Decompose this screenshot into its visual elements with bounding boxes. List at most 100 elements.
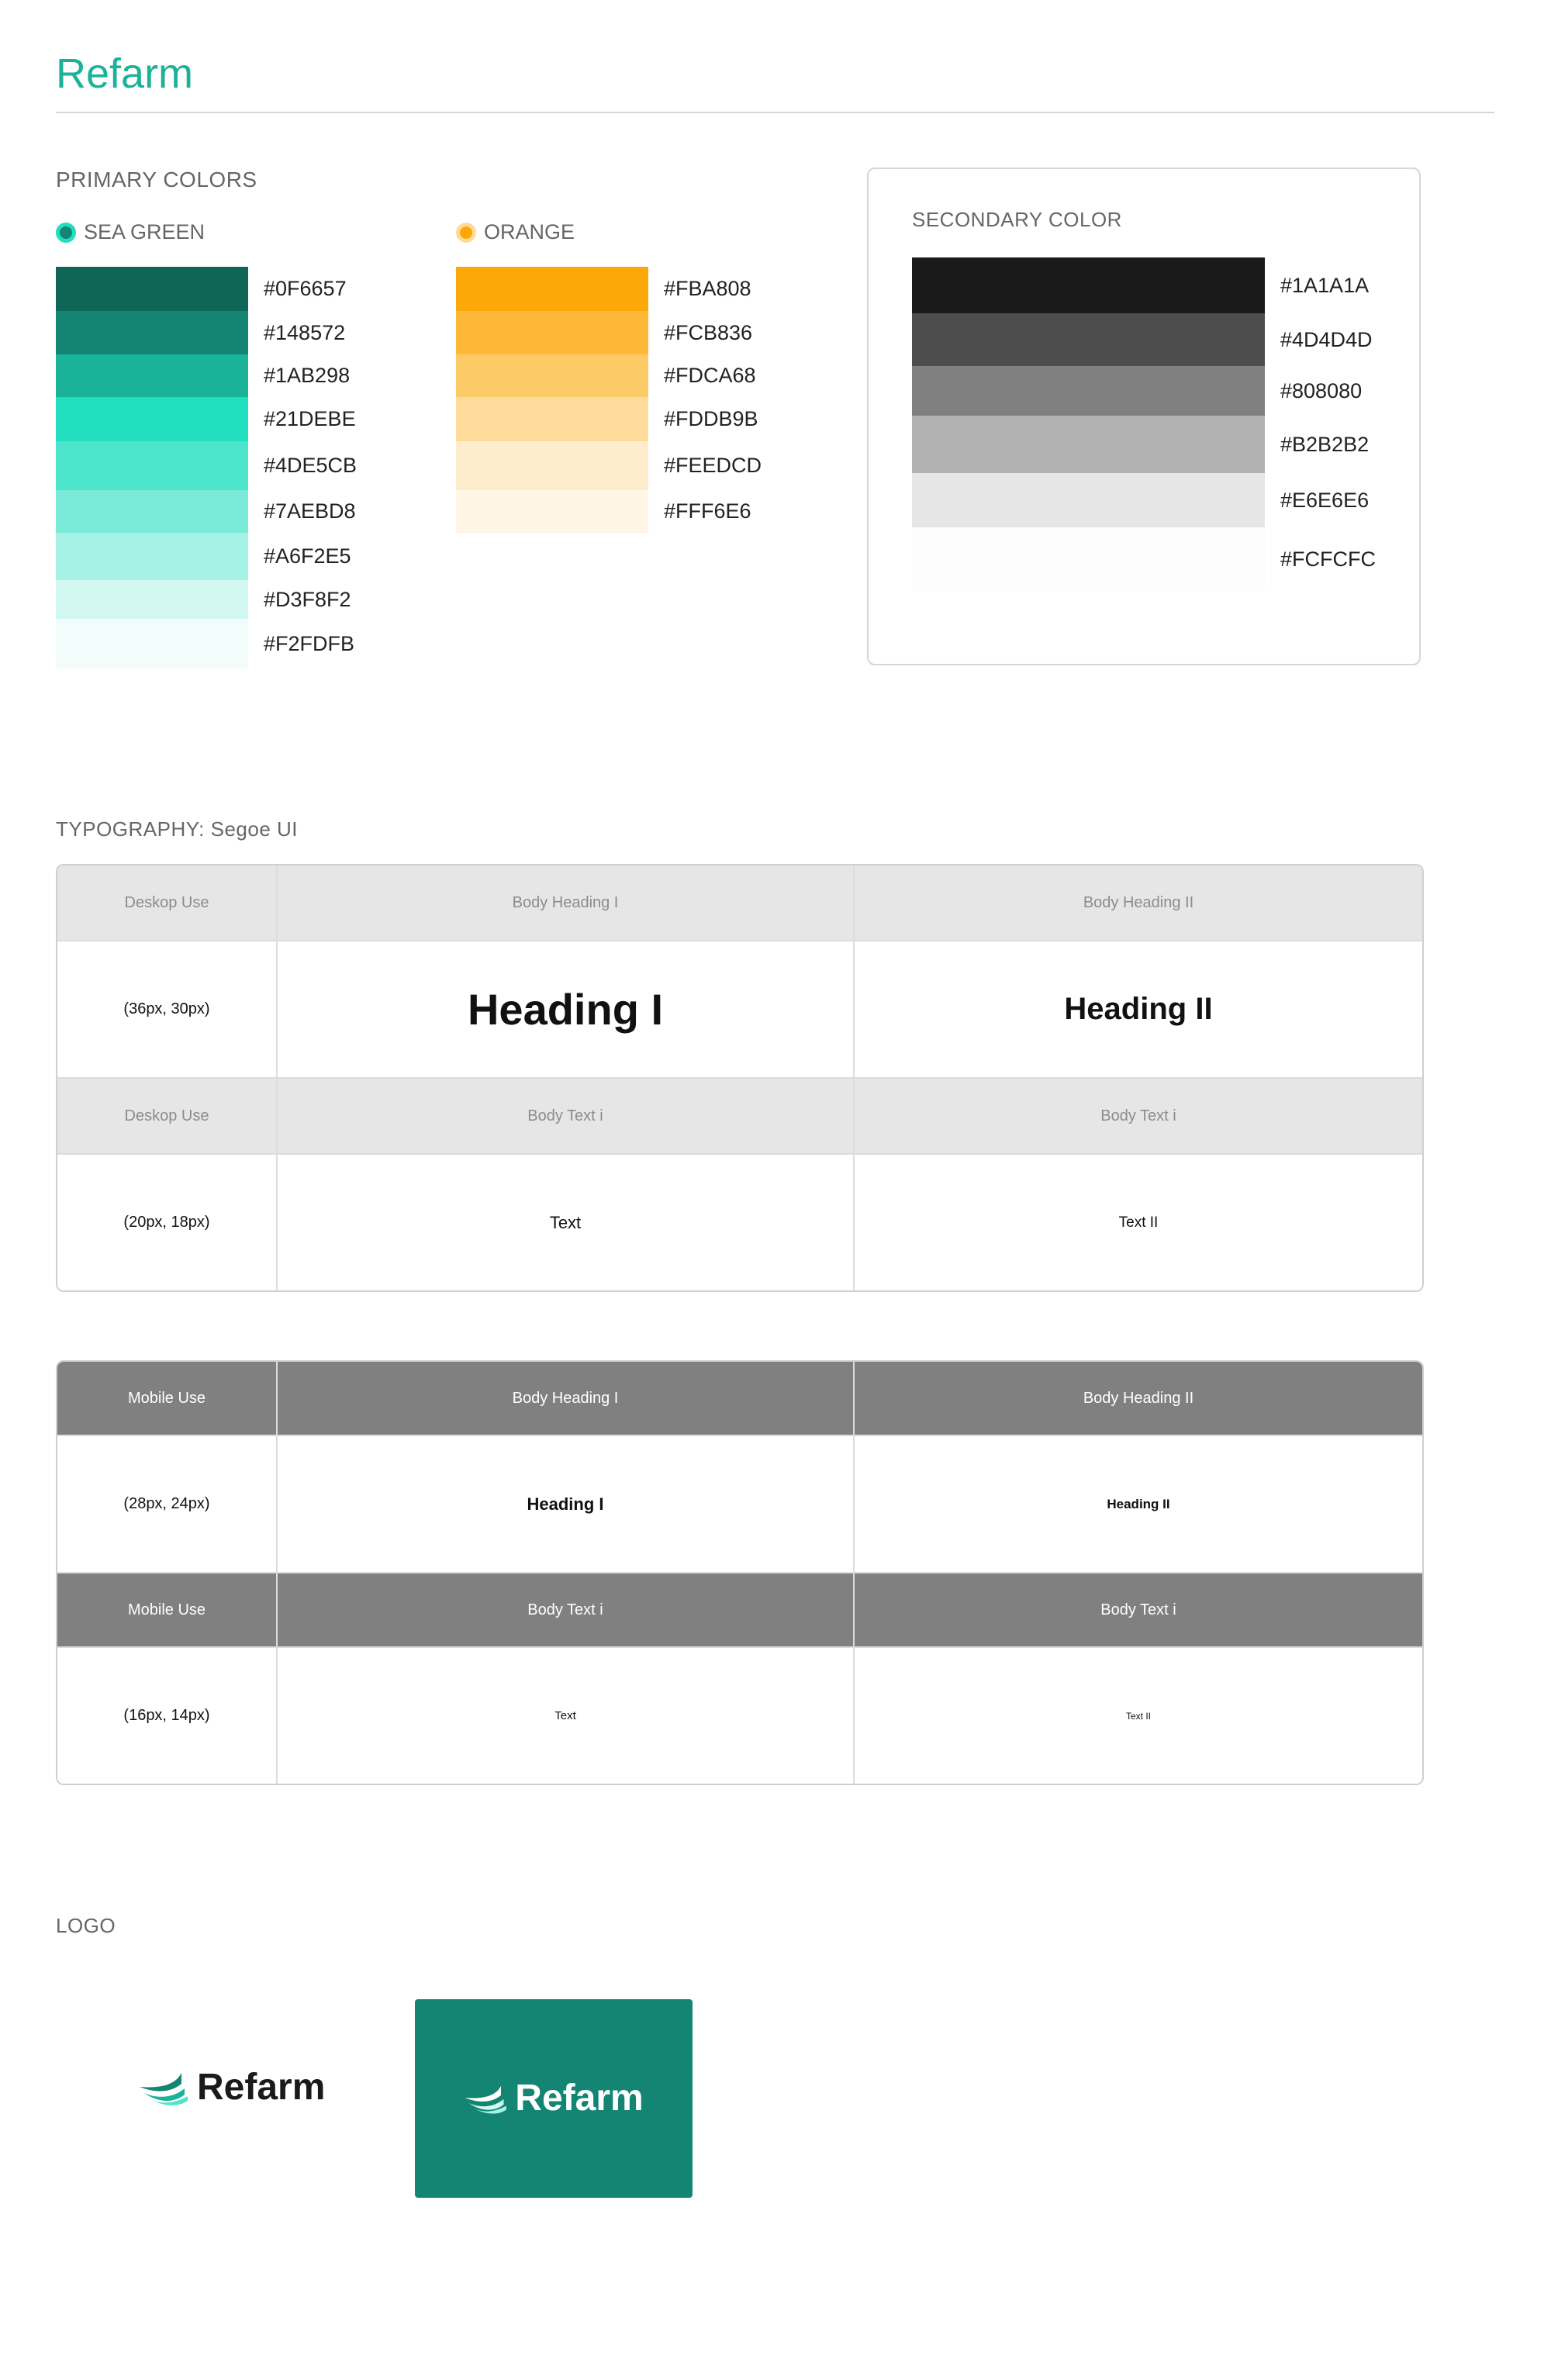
logo-dark-version: Refarm — [415, 1999, 693, 2198]
heading-i-sample: Heading I — [278, 941, 855, 1079]
swatch-row: #FBA808 — [456, 267, 762, 311]
swatch-row: #D3F8F2 — [56, 580, 357, 619]
hex-label: #4DE5CB — [264, 454, 358, 477]
text-ii-sample: Text II — [855, 1155, 1422, 1290]
body-text-ii-header-cell: Body Text i — [855, 1573, 1422, 1648]
hex-label: #FDCA68 — [664, 364, 756, 387]
color-swatch — [456, 490, 648, 533]
swatch-row: #FCFCFC — [912, 527, 1376, 591]
hex-label: #21DEBE — [264, 407, 356, 430]
text-sample: Text — [278, 1155, 855, 1290]
swatch-row: #FFF6E6 — [456, 490, 762, 533]
swatch-row: #808080 — [912, 366, 1376, 416]
swatch-row: #A6F2E5 — [56, 533, 357, 580]
body-text-i-header-cell: Body Text i — [278, 1079, 855, 1155]
text-sample: Text — [278, 1648, 855, 1784]
orange-swatch-list: #FBA808 #FCB836 #FDCA68 #FDDB9B #FEEDCD #FFF6… — [456, 267, 762, 533]
swatch-row: #1AB298 — [56, 354, 357, 397]
sea-green-label: SEA GREEN — [84, 220, 206, 244]
sea-green-dot-icon — [56, 222, 76, 243]
hex-label: #FCB836 — [664, 320, 753, 344]
logo-wordmark: Refarm — [197, 2067, 326, 2108]
sea-green-swatch-list: #0F6657 #148572 #1AB298 #21DEBE #4DE5CB #7AEB… — [56, 267, 357, 668]
hex-label: #E6E6E6 — [1280, 488, 1370, 512]
logo-label: LOGO — [56, 1914, 116, 1937]
swatch-row: #E6E6E6 — [912, 473, 1376, 527]
color-swatch — [56, 354, 248, 397]
desktop-use-header-cell: Deskop Use — [57, 1079, 278, 1155]
body-text-ii-header-cell: Body Text i — [855, 1079, 1422, 1155]
hex-label: #148572 — [264, 320, 346, 344]
swatch-row: #1A1A1A — [912, 257, 1376, 313]
size-spec-cell: (16px, 14px) — [57, 1648, 278, 1784]
heading-i-sample: Heading I — [278, 1436, 855, 1573]
table-row: Mobile Use Body Text i Body Text i — [57, 1573, 1422, 1648]
color-swatch — [912, 416, 1265, 473]
color-swatch — [912, 257, 1265, 313]
desktop-typography-table: Deskop Use Body Heading I Body Heading I… — [56, 864, 1424, 1292]
mobile-use-header-cell: Mobile Use — [57, 1573, 278, 1648]
leaf-icon — [465, 2085, 507, 2114]
hex-label: #D3F8F2 — [264, 587, 351, 611]
color-swatch — [56, 311, 248, 354]
swatch-row: #F2FDFB — [56, 619, 357, 668]
heading-ii-sample: Heading II — [855, 941, 1422, 1079]
color-swatch — [56, 397, 248, 441]
color-swatch — [456, 441, 648, 490]
color-swatch — [56, 441, 248, 490]
color-swatch — [56, 619, 248, 668]
sea-green-group-header: SEA GREEN — [56, 222, 205, 243]
leaf-icon — [140, 2073, 188, 2105]
color-swatch — [912, 527, 1265, 591]
table-row: (20px, 18px) Text Text II — [57, 1155, 1422, 1290]
swatch-row: #FEEDCD — [456, 441, 762, 490]
body-heading-i-header-cell: Body Heading I — [278, 1362, 855, 1436]
table-row: (28px, 24px) Heading I Heading II — [57, 1436, 1422, 1573]
body-text-i-header-cell: Body Text i — [278, 1573, 855, 1648]
body-heading-ii-header-cell: Body Heading II — [855, 1362, 1422, 1436]
size-spec-cell: (36px, 30px) — [57, 941, 278, 1079]
hex-label: #4D4D4D — [1280, 327, 1373, 351]
primary-colors-label: PRIMARY COLORS — [56, 168, 257, 192]
size-spec-cell: (20px, 18px) — [57, 1155, 278, 1290]
table-row: Mobile Use Body Heading I Body Heading I… — [57, 1362, 1422, 1436]
hex-label: #1AB298 — [264, 364, 351, 387]
page-title: Refarm — [56, 50, 194, 97]
secondary-color-label: SECONDARY COLOR — [912, 208, 1122, 231]
hex-label: #808080 — [1280, 378, 1363, 402]
swatch-row: #0F6657 — [56, 267, 357, 311]
table-row: (16px, 14px) Text Text II — [57, 1648, 1422, 1784]
orange-dot-icon — [456, 222, 476, 243]
swatch-row: #B2B2B2 — [912, 416, 1376, 473]
swatch-row: #FCB836 — [456, 311, 762, 354]
color-swatch — [912, 473, 1265, 527]
hex-label: #1A1A1A — [1280, 273, 1370, 297]
desktop-use-header-cell: Deskop Use — [57, 865, 278, 941]
text-ii-sample: Text II — [855, 1648, 1422, 1784]
title-divider — [56, 112, 1494, 113]
table-row: Deskop Use Body Heading I Body Heading I… — [57, 865, 1422, 941]
color-swatch — [56, 580, 248, 619]
table-row: (36px, 30px) Heading I Heading II — [57, 941, 1422, 1079]
orange-label: ORANGE — [484, 220, 575, 244]
color-swatch — [56, 533, 248, 580]
swatch-row: #FDDB9B — [456, 397, 762, 441]
mobile-use-header-cell: Mobile Use — [57, 1362, 278, 1436]
table-row: Deskop Use Body Text i Body Text i — [57, 1079, 1422, 1155]
size-spec-cell: (28px, 24px) — [57, 1436, 278, 1573]
color-swatch — [456, 311, 648, 354]
hex-label: #FEEDCD — [664, 454, 762, 477]
hex-label: #B2B2B2 — [1280, 432, 1370, 456]
mobile-typography-table: Mobile Use Body Heading I Body Heading I… — [56, 1360, 1424, 1785]
body-heading-ii-header-cell: Body Heading II — [855, 865, 1422, 941]
hex-label: #FDDB9B — [664, 407, 758, 430]
color-swatch — [56, 267, 248, 311]
color-swatch — [456, 267, 648, 311]
hex-label: #0F6657 — [264, 277, 347, 300]
color-swatch — [56, 490, 248, 533]
swatch-row: #7AEBD8 — [56, 490, 357, 533]
swatch-row: #4DE5CB — [56, 441, 357, 490]
swatch-row: #4D4D4D — [912, 313, 1376, 366]
logo-light-version: Refarm — [138, 2069, 325, 2106]
color-swatch — [456, 354, 648, 397]
